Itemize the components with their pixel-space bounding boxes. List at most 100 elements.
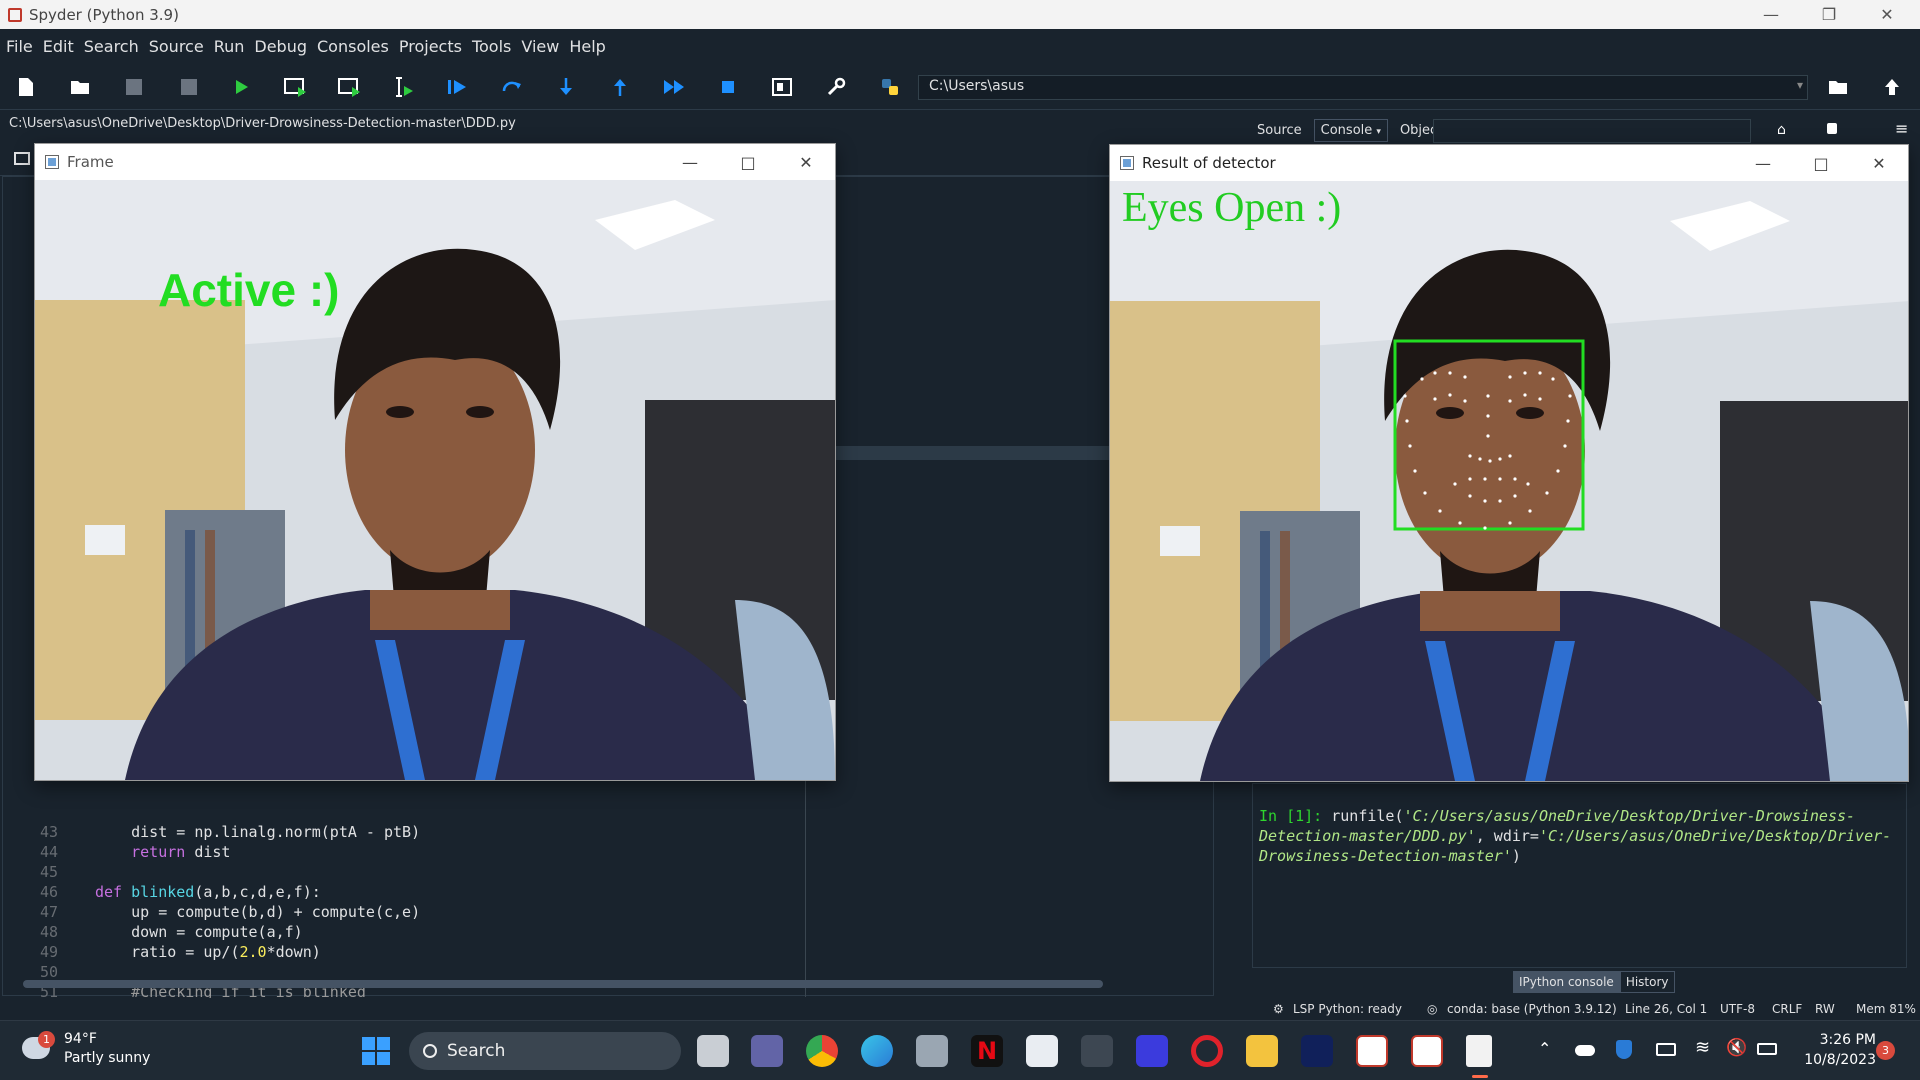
- open-folder-icon[interactable]: [64, 72, 96, 102]
- menu-search[interactable]: Search: [78, 37, 143, 56]
- overlay-status-text: Active :): [158, 264, 339, 316]
- menu-consoles[interactable]: Consoles: [311, 37, 393, 56]
- active-app-indicator: [1472, 1075, 1488, 1078]
- mute-icon[interactable]: 🔇: [1726, 1038, 1747, 1058]
- weather-widget[interactable]: 1 94°F Partly sunny: [22, 1031, 162, 1071]
- wifi-icon[interactable]: ≋: [1695, 1037, 1710, 1058]
- run-cell-icon[interactable]: [280, 72, 312, 102]
- scrollbar-thumb[interactable]: [23, 980, 1103, 988]
- help-object-input[interactable]: [1433, 119, 1751, 143]
- menu-help[interactable]: Help: [563, 37, 609, 56]
- new-file-icon[interactable]: [10, 72, 42, 102]
- home-icon[interactable]: ⌂: [1777, 122, 1786, 138]
- browse-tabs-icon[interactable]: [14, 152, 30, 165]
- menu-tools[interactable]: Tools: [466, 37, 515, 56]
- keyboard-icon[interactable]: [1656, 1043, 1676, 1056]
- lock-icon[interactable]: [1827, 123, 1837, 134]
- clock-date: 10/8/2023: [1804, 1052, 1876, 1068]
- menu-bar: File Edit Search Source Run Debug Consol…: [0, 29, 1920, 64]
- task-view-icon[interactable]: [697, 1035, 729, 1067]
- console-path: 'C:/Users/asus/OneDrive/Desktop/Driver-: [1538, 827, 1892, 845]
- preferences-icon[interactable]: [820, 72, 852, 102]
- app-icon[interactable]: [1136, 1035, 1168, 1067]
- save-all-icon[interactable]: [172, 72, 204, 102]
- close-icon[interactable]: ✕: [1850, 145, 1908, 181]
- menu-run[interactable]: Run: [208, 37, 249, 56]
- run-selection-icon[interactable]: [388, 72, 420, 102]
- clock[interactable]: 3:26 PM 10/8/2023: [1796, 1030, 1876, 1070]
- menu-edit[interactable]: Edit: [37, 37, 78, 56]
- editor-splitter[interactable]: [835, 446, 1110, 460]
- run-icon[interactable]: [226, 72, 258, 102]
- chevron-up-icon[interactable]: ⌃: [1538, 1039, 1551, 1058]
- line-number: 47: [39, 903, 58, 921]
- spyder-icon[interactable]: [1356, 1035, 1388, 1067]
- window-title-bar: Spyder (Python 3.9) — ❐ ✕: [0, 0, 1920, 29]
- lsp-status[interactable]: LSP Python: ready: [1293, 1002, 1402, 1016]
- step-return-icon[interactable]: [604, 72, 636, 102]
- step-icon[interactable]: [496, 72, 528, 102]
- continue-icon[interactable]: [658, 72, 690, 102]
- tab-history[interactable]: History: [1619, 971, 1675, 993]
- minimize-icon[interactable]: —: [1742, 0, 1800, 29]
- maximize-pane-icon[interactable]: [766, 72, 798, 102]
- opera-icon[interactable]: [1191, 1035, 1223, 1067]
- teams-icon[interactable]: [751, 1035, 783, 1067]
- taskbar-search[interactable]: Search: [409, 1032, 681, 1070]
- menu-view[interactable]: View: [515, 37, 563, 56]
- minimize-icon[interactable]: —: [1734, 145, 1792, 181]
- memory-usage: Mem 81%: [1856, 1002, 1916, 1016]
- ipython-console[interactable]: In [1]: runfile('C:/Users/asus/OneDrive/…: [1252, 783, 1907, 968]
- restore-icon[interactable]: ❐: [1800, 0, 1858, 29]
- battery-icon[interactable]: [1757, 1043, 1777, 1055]
- console-close: ): [1511, 847, 1521, 865]
- security-shield-icon[interactable]: [1616, 1040, 1632, 1059]
- close-icon[interactable]: ✕: [777, 144, 835, 180]
- debug-icon[interactable]: [442, 72, 474, 102]
- frame-window[interactable]: Frame — □ ✕ Active :): [34, 143, 836, 781]
- minimize-icon[interactable]: —: [661, 144, 719, 180]
- encoding: UTF-8: [1720, 1002, 1755, 1016]
- cursor-position: Line 26, Col 1: [1625, 1002, 1708, 1016]
- spyder-icon[interactable]: [1411, 1035, 1443, 1067]
- menu-source[interactable]: Source: [143, 37, 208, 56]
- store-icon[interactable]: [1026, 1035, 1058, 1067]
- notification-count[interactable]: 3: [1876, 1041, 1895, 1060]
- code-line: up = compute(b,d) + compute(c,e): [95, 903, 421, 921]
- step-into-icon[interactable]: [550, 72, 582, 102]
- run-cell-advance-icon[interactable]: [334, 72, 366, 102]
- edge-icon[interactable]: [861, 1035, 893, 1067]
- browse-folder-icon[interactable]: [1822, 72, 1854, 102]
- tab-ipython-console[interactable]: IPython console: [1513, 971, 1620, 993]
- stop-icon[interactable]: [712, 72, 744, 102]
- onedrive-icon[interactable]: [1575, 1045, 1595, 1056]
- working-directory-value: C:\Users\asus: [929, 78, 1025, 94]
- conda-env[interactable]: conda: base (Python 3.9.12): [1447, 1002, 1617, 1016]
- maximize-icon[interactable]: □: [719, 144, 777, 180]
- menu-file[interactable]: File: [0, 37, 37, 56]
- menu-debug[interactable]: Debug: [248, 37, 311, 56]
- maximize-icon[interactable]: □: [1792, 145, 1850, 181]
- menu-projects[interactable]: Projects: [393, 37, 466, 56]
- disney-plus-icon[interactable]: [1301, 1035, 1333, 1067]
- app-icon[interactable]: [916, 1035, 948, 1067]
- netflix-icon[interactable]: N: [971, 1035, 1003, 1067]
- options-menu-icon[interactable]: ≡: [1895, 119, 1908, 138]
- working-directory-input[interactable]: C:\Users\asus ▾: [918, 75, 1808, 100]
- vertical-scrollbar[interactable]: [1905, 783, 1915, 968]
- code-line: def blinked(a,b,c,d,e,f):: [95, 883, 321, 901]
- chevron-down-icon[interactable]: ▾: [1797, 78, 1803, 92]
- help-source-select[interactable]: Console ▾: [1313, 118, 1388, 142]
- python-path-icon[interactable]: [874, 72, 906, 102]
- horizontal-scrollbar[interactable]: [13, 977, 1213, 989]
- frame-window-title: Frame: [67, 153, 114, 171]
- document-icon[interactable]: [1466, 1035, 1492, 1067]
- close-icon[interactable]: ✕: [1858, 0, 1916, 29]
- chrome-icon[interactable]: [806, 1035, 838, 1067]
- unity-icon[interactable]: [1081, 1035, 1113, 1067]
- save-icon[interactable]: [118, 72, 150, 102]
- parent-directory-icon[interactable]: [1876, 72, 1908, 102]
- file-explorer-icon[interactable]: [1246, 1035, 1278, 1067]
- windows-start-icon[interactable]: [360, 1035, 392, 1067]
- detector-window[interactable]: Result of detector — □ ✕ Eyes Open:): [1109, 144, 1909, 782]
